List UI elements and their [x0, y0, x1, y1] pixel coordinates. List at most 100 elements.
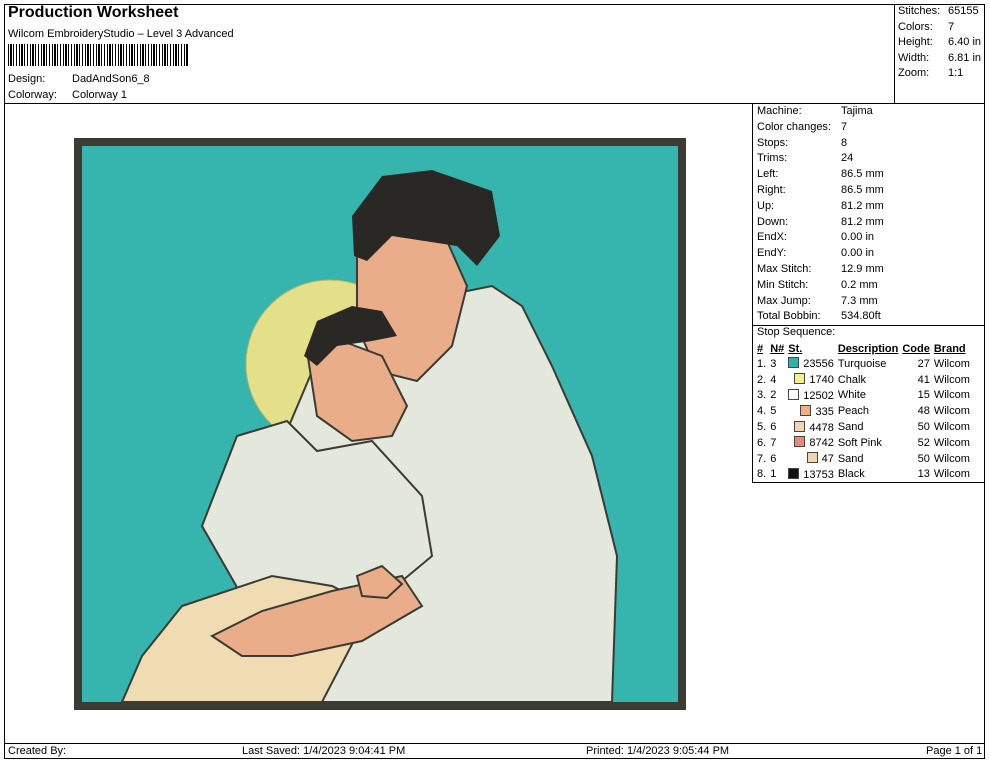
table-row: 8. 1 13753 Black 13 Wilcom [755, 467, 972, 483]
stitch-count: 13753 [803, 468, 834, 481]
color-description: Black [837, 468, 865, 481]
color-description-cell: Turquoise [836, 356, 901, 372]
row-number-cell: 1. [755, 356, 768, 372]
needle-number: 7 [770, 436, 777, 449]
thread-brand-cell: Wilcom [932, 372, 972, 388]
info-value: 0.00 in [841, 231, 875, 244]
color-code: 50 [917, 452, 930, 465]
design-preview [74, 138, 686, 710]
info-value: 86.5 mm [841, 183, 884, 196]
col-header-description: Description [837, 342, 899, 355]
stop-sequence-title: Stop Sequence: [757, 326, 836, 338]
stitch-count-cell: 47 [786, 451, 836, 467]
row-number-cell: 4. [755, 403, 768, 419]
stitch-count: 47 [821, 453, 834, 466]
color-swatch [788, 388, 800, 400]
color-description: Chalk [837, 373, 866, 386]
thread-brand: Wilcom [933, 421, 970, 434]
color-code-cell: 50 [900, 419, 932, 435]
color-code: 27 [917, 357, 930, 370]
thread-brand-cell: Wilcom [932, 467, 972, 483]
info-value: 86.5 mm [841, 168, 884, 181]
thread-brand: Wilcom [933, 452, 970, 465]
stitch-count-cell: 335 [786, 403, 836, 419]
needle-number-cell: 2 [768, 388, 786, 404]
color-description-cell: Sand [836, 451, 901, 467]
page-number: Page 1 of 1 [926, 745, 983, 757]
needle-number-cell: 3 [768, 356, 786, 372]
info-label: Min Stitch: [757, 278, 809, 291]
thread-brand: Wilcom [933, 373, 970, 386]
stitch-count-cell: 13753 [786, 467, 836, 483]
info-value: 0.2 mm [841, 278, 878, 291]
colors-label: Colors: [898, 20, 933, 33]
thread-brand: Wilcom [933, 389, 970, 402]
info-label: Down: [757, 215, 789, 228]
info-label: EndY: [757, 247, 787, 260]
row-number: 1. [757, 357, 767, 370]
table-header-row: # N# St. Description Code Brand [755, 341, 972, 356]
row-number-cell: 8. [755, 467, 768, 483]
stitch-count: 4478 [809, 421, 834, 434]
color-code-cell: 27 [900, 356, 932, 372]
created-by: Created By: [8, 745, 67, 757]
color-swatch [806, 452, 818, 464]
needle-number: 5 [770, 405, 777, 418]
row-number: 4. [757, 405, 767, 418]
design-row: Design: DadAndSon6_8 [8, 73, 150, 85]
color-code-cell: 15 [900, 388, 932, 404]
thread-brand-cell: Wilcom [932, 435, 972, 451]
stitches-value: 65155 [948, 5, 979, 17]
stitch-count: 335 [815, 405, 834, 418]
color-description: Sand [837, 421, 864, 434]
stop-sequence-table: # N# St. Description Code Brand 1. 3 23556… [755, 341, 972, 482]
stitch-count: 1740 [809, 374, 834, 387]
zoom-value: 1:1 [948, 67, 964, 80]
width-value: 6.81 in [948, 51, 982, 64]
info-label: Machine: [757, 105, 802, 117]
color-description-cell: Sand [836, 419, 901, 435]
colorway-row: Colorway: Colorway 1 [8, 89, 127, 101]
printed-date: Printed: 1/4/2023 9:05:44 PM [586, 745, 730, 757]
color-description: Sand [837, 452, 864, 465]
color-description-cell: Peach [836, 403, 901, 419]
thread-brand: Wilcom [933, 468, 970, 481]
panel-divider [752, 103, 753, 482]
stitch-count: 12502 [803, 389, 834, 402]
stitch-count-cell: 8742 [786, 435, 836, 451]
color-swatch [788, 467, 800, 479]
color-description-cell: White [836, 388, 901, 404]
color-description-cell: Black [836, 467, 901, 483]
width-label: Width: [898, 51, 930, 64]
info-label: EndX: [757, 231, 787, 244]
color-description: Peach [837, 405, 870, 418]
color-code: 15 [917, 389, 930, 402]
thread-brand: Wilcom [933, 357, 970, 370]
needle-number: 3 [770, 357, 777, 370]
footer-divider [4, 743, 985, 744]
color-code-cell: 48 [900, 403, 932, 419]
info-value: 7 [841, 120, 848, 133]
color-swatch [800, 404, 812, 416]
stitch-count-cell: 4478 [786, 419, 836, 435]
needle-number: 2 [770, 389, 777, 402]
row-number: 5. [757, 421, 767, 434]
color-swatch [794, 420, 806, 432]
row-number: 7. [757, 452, 767, 465]
color-description-cell: Soft Pink [836, 435, 901, 451]
stitch-count: 23556 [803, 358, 834, 371]
row-number-cell: 3. [755, 388, 768, 404]
thread-brand-cell: Wilcom [932, 403, 972, 419]
table-row: 4. 5 335 Peach 48 Wilcom [755, 403, 972, 419]
colors-value: 7 [948, 20, 955, 33]
needle-number-cell: 6 [768, 451, 786, 467]
col-header-stitches: St. [788, 342, 803, 355]
info-value: 81.2 mm [841, 215, 884, 228]
color-code-cell: 50 [900, 451, 932, 467]
color-code: 52 [917, 436, 930, 449]
row-number: 6. [757, 436, 767, 449]
color-description: Turquoise [837, 357, 887, 370]
info-value: 8 [841, 136, 848, 149]
thread-brand: Wilcom [933, 405, 970, 418]
thread-brand-cell: Wilcom [932, 451, 972, 467]
